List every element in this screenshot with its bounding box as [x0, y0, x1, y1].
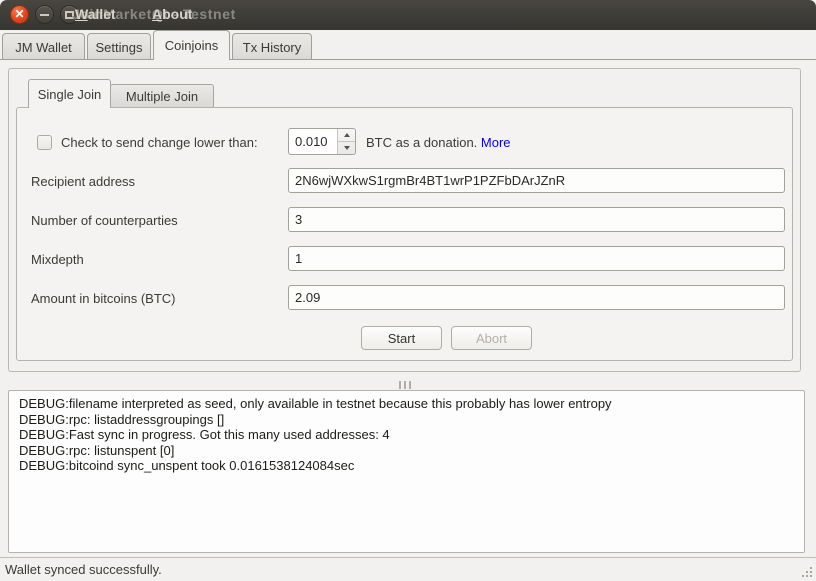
status-message: Wallet synced successfully. — [5, 562, 162, 577]
donation-amount-input[interactable] — [289, 129, 337, 154]
tab-coinjoins[interactable]: Coinjoins — [153, 30, 230, 60]
status-bar: Wallet synced successfully. — [0, 557, 816, 581]
main-tabbar: JM Wallet Settings Coinjoins Tx History — [0, 30, 816, 60]
debug-log[interactable]: DEBUG:filename interpreted as seed, only… — [8, 390, 805, 553]
menu-wallet[interactable]: Wallet — [75, 6, 116, 22]
debug-log-line: DEBUG:rpc: listunspent [0] — [19, 443, 794, 459]
donation-suffix: BTC as a donation. More — [366, 135, 511, 150]
mixdepth-input[interactable] — [288, 246, 785, 271]
mixdepth-label: Mixdepth — [31, 252, 84, 267]
start-button[interactable]: Start — [361, 326, 442, 350]
recipient-address-label: Recipient address — [31, 174, 135, 189]
minimize-button[interactable] — [35, 5, 54, 24]
spin-up-button[interactable] — [338, 129, 355, 142]
spin-down-button[interactable] — [338, 142, 355, 154]
arrow-down-icon — [344, 146, 350, 150]
joinmarket-qt-window: ✕ JoinMarketQt - Testnet Wallet About JM… — [0, 0, 816, 581]
tab-jm-wallet[interactable]: JM Wallet — [2, 33, 85, 60]
counterparties-input[interactable] — [288, 207, 785, 232]
arrow-up-icon — [344, 133, 350, 137]
debug-log-line: DEBUG:bitcoind sync_unspent took 0.01615… — [19, 458, 794, 474]
menu-about[interactable]: About — [152, 6, 192, 22]
debug-log-line: DEBUG:filename interpreted as seed, only… — [19, 396, 794, 412]
more-link[interactable]: More — [481, 135, 511, 150]
spinner-buttons — [337, 129, 355, 154]
minimize-icon — [40, 14, 49, 16]
coinjoins-page: Single Join Multiple Join Check to send … — [0, 60, 816, 557]
recipient-address-input[interactable] — [288, 168, 785, 193]
debug-log-line: DEBUG:Fast sync in progress. Got this ma… — [19, 427, 794, 443]
donation-checkbox[interactable] — [37, 135, 52, 150]
donation-amount-spinbox — [288, 128, 356, 155]
counterparties-label: Number of counterparties — [31, 213, 178, 228]
close-button[interactable]: ✕ — [10, 5, 29, 24]
resize-grip-icon[interactable] — [800, 565, 812, 577]
tab-multiple-join[interactable]: Multiple Join — [110, 84, 214, 108]
abort-button[interactable]: Abort — [451, 326, 532, 350]
debug-log-line: DEBUG:rpc: listaddressgroupings [] — [19, 412, 794, 428]
splitter-handle[interactable] — [399, 381, 411, 389]
tab-single-join[interactable]: Single Join — [28, 79, 111, 108]
single-join-pane: Check to send change lower than: BTC as … — [16, 107, 793, 361]
titlebar[interactable]: ✕ JoinMarketQt - Testnet Wallet About — [0, 0, 816, 30]
tab-tx-history[interactable]: Tx History — [232, 33, 312, 60]
donation-checkbox-label: Check to send change lower than: — [61, 135, 258, 150]
close-icon: ✕ — [14, 8, 24, 20]
amount-btc-label: Amount in bitcoins (BTC) — [31, 291, 176, 306]
amount-btc-input[interactable] — [288, 285, 785, 310]
tab-settings[interactable]: Settings — [87, 33, 151, 60]
